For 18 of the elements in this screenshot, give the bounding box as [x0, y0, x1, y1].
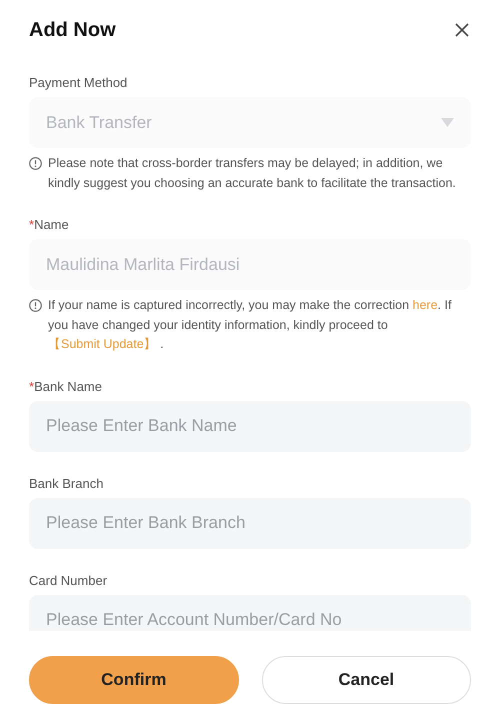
- input-field[interactable]: Please Enter Account Number/Card No: [29, 594, 471, 631]
- cancel-button[interactable]: Cancel: [262, 656, 471, 704]
- note-text: Please note that cross-border transfers may be delayed; in addition, we kindly suggest you choosing an accurate bank to facilitate the transaction.: [48, 155, 457, 192]
- field-label: Card Number: [29, 572, 108, 588]
- info-icon: [29, 157, 42, 170]
- field-label: *Bank Name: [29, 378, 102, 394]
- note-text: If your name is captured incorrectly, you may make the correction here. If you have changed your identity information, kindly proceed to 【Submit Update】 .: [48, 297, 452, 353]
- input-field[interactable]: Please Enter Bank Branch: [29, 498, 471, 548]
- close-icon: [455, 23, 469, 37]
- field-label: Payment Method: [29, 75, 128, 90]
- dialog-title: Add Now: [29, 18, 116, 43]
- close-button[interactable]: [453, 21, 471, 39]
- field-label: Bank Branch: [29, 476, 104, 490]
- dropdown-caret-icon: [441, 118, 454, 127]
- info-icon: [29, 299, 42, 312]
- input-field[interactable]: Please Enter Bank Name: [29, 400, 471, 452]
- confirm-button[interactable]: Confirm: [29, 656, 238, 704]
- field-label: *Name: [29, 217, 69, 232]
